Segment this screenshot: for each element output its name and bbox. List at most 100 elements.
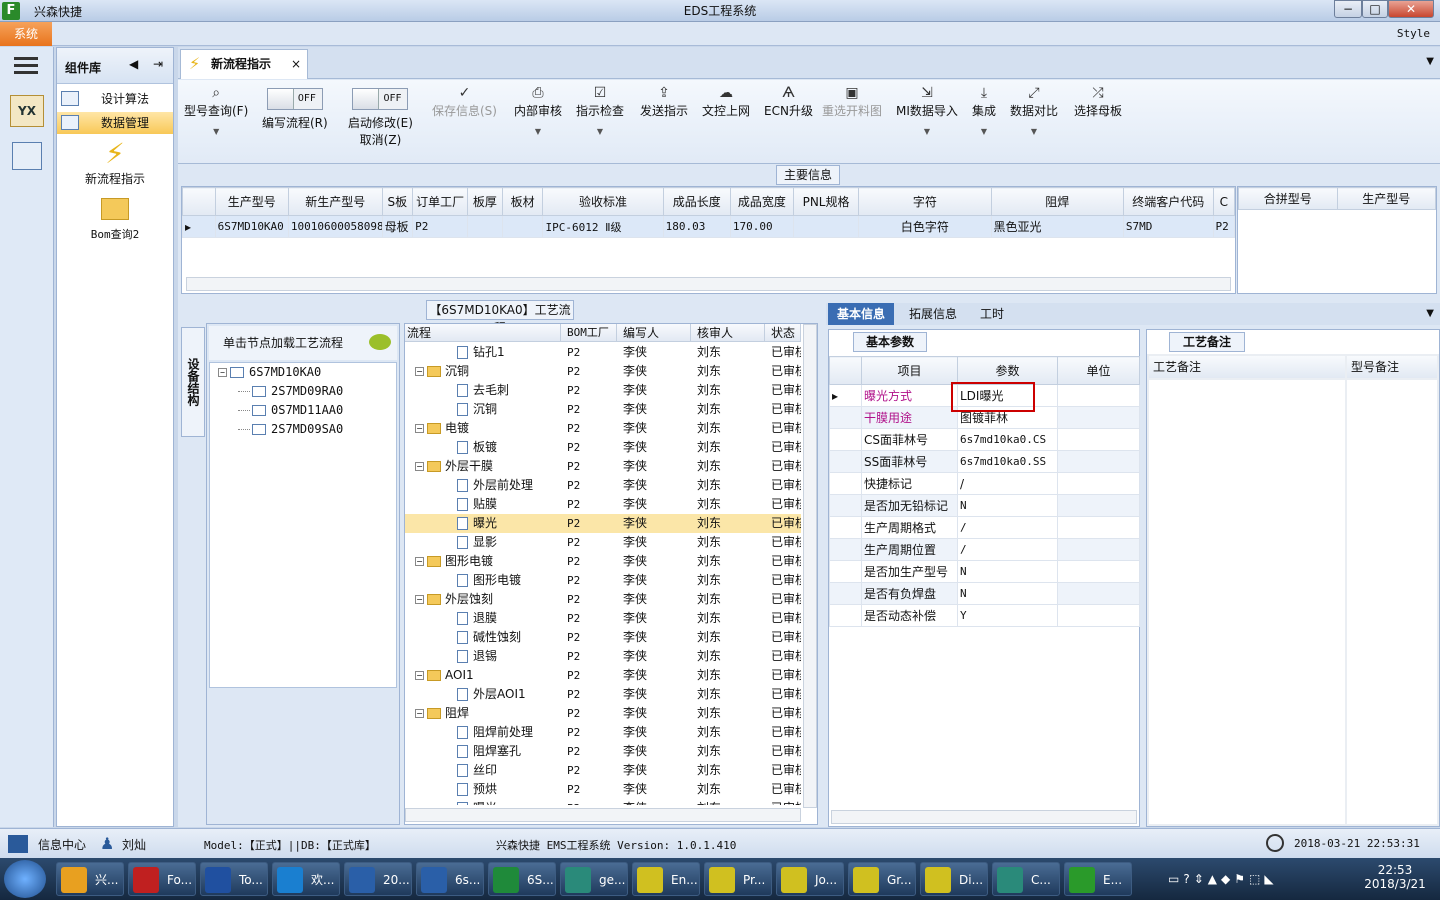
flow-row[interactable]: 去毛刺 P2 李侠 刘东 已审核 (405, 381, 801, 400)
main-cell[interactable]: 10010600058098 (287, 215, 383, 238)
tray-icons[interactable]: ▭?⇕▲◆⚑⬚◣ (1168, 872, 1278, 886)
flow-row[interactable]: 曝光P2李侠刘东已审核 (405, 799, 801, 805)
main-cell[interactable]: 黑色亚光 (990, 215, 1124, 238)
main-col-header[interactable]: S板 (381, 187, 414, 216)
collapse-icon[interactable]: − (415, 367, 424, 376)
flow-row[interactable]: 钻孔1 P2 李侠 刘东 已审核 (405, 343, 801, 362)
reselect-layout-button[interactable]: ▣ 重选开料图 (822, 84, 882, 119)
choose-mother-board-button[interactable]: ⤮ 选择母板 (1074, 84, 1122, 119)
start-modify-toggle[interactable]: OFF 启动修改(E) 取消(Z) (348, 84, 413, 148)
main-cell[interactable]: 170.00 (729, 215, 794, 238)
write-flow-toggle[interactable]: OFF 编写流程(R) (262, 84, 328, 131)
param-row[interactable]: 快捷标记 / (829, 472, 1140, 495)
flow-row[interactable]: − 图形电镀 P2 李侠 刘东 已审核 (405, 552, 801, 571)
flow-row[interactable]: 退锡 P2 李侠 刘东 已审核 (405, 647, 801, 666)
main-cell[interactable] (501, 215, 544, 238)
main-col-header[interactable]: 新生产型号 (287, 187, 383, 216)
close-tab-icon[interactable]: × (291, 50, 301, 78)
param-value[interactable]: / (957, 472, 1058, 495)
tree-node[interactable]: 2S7MD09RA0 (210, 382, 396, 401)
flow-row[interactable]: 外层前处理 P2 李侠 刘东 已审核 (405, 476, 801, 495)
collapse-icon[interactable]: − (415, 557, 424, 566)
taskbar-item[interactable]: 欢... (272, 862, 340, 896)
main-col-header[interactable]: 成品宽度 (729, 187, 794, 216)
flow-row[interactable]: − 沉铜 P2 李侠 刘东 已审核 (405, 362, 801, 381)
system-menu-button[interactable]: 系统 (0, 22, 52, 46)
flow-row[interactable]: 曝光P2李侠刘东已审核 (405, 514, 801, 533)
param-row[interactable]: 生产周期格式 / (829, 516, 1140, 539)
flow-row[interactable]: − 电镀 P2 李侠 刘东 已审核 (405, 419, 801, 438)
model-query-button[interactable]: ⌕ 型号查询(F) ▼ (184, 84, 248, 136)
main-cell[interactable]: 白色字符 (858, 215, 992, 238)
flow-row[interactable]: 阻焊前处理 P2 李侠 刘东 已审核 (405, 723, 801, 742)
process-remark-text[interactable] (1149, 380, 1345, 824)
model-remark-text[interactable] (1347, 380, 1437, 824)
taskbar-item[interactable]: Fo... (128, 862, 196, 896)
main-col-header[interactable]: 验收标准 (542, 187, 664, 216)
flow-col-header[interactable]: 状态 (765, 324, 801, 342)
tab-list-dropdown-icon[interactable]: ▼ (1426, 56, 1434, 67)
main-col-header[interactable]: 生产型号 (214, 187, 289, 216)
main-cell[interactable] (792, 215, 860, 238)
data-compare-button[interactable]: ⤢ 数据对比 ▼ (1010, 84, 1058, 136)
main-col-header[interactable]: 终端客户代码 (1122, 187, 1214, 216)
flow-col-header[interactable]: 流程 (405, 324, 561, 342)
pin-panel-icon[interactable]: ⇥ (153, 57, 163, 71)
minimize-button[interactable]: − (1334, 0, 1362, 18)
main-col-header[interactable]: 字符 (858, 187, 992, 216)
tree-node[interactable]: − 6S7MD10KA0 (210, 363, 396, 382)
flow-row[interactable]: 丝印 P2 李侠 刘东 已审核 (405, 761, 801, 780)
main-col-header[interactable]: 板材 (501, 187, 544, 216)
integrate-button[interactable]: ⤓ 集成 ▼ (972, 84, 996, 136)
tab-equipment-structure[interactable]: 设备结构 (181, 327, 205, 437)
taskbar-item[interactable]: ge... (560, 862, 628, 896)
main-col-header[interactable]: PNL规格 (792, 187, 860, 216)
main-grid-hscrollbar[interactable] (186, 277, 1231, 291)
main-cell[interactable]: S7MD (1122, 215, 1214, 238)
flow-col-header[interactable]: 核审人 (691, 324, 765, 342)
flow-row[interactable]: 图形电镀 P2 李侠 刘东 已审核 (405, 571, 801, 590)
main-col-header[interactable]: C (1212, 187, 1235, 216)
taskbar-item[interactable]: E... (1064, 862, 1132, 896)
style-menu[interactable]: Style (1397, 27, 1430, 40)
param-value[interactable]: N (957, 582, 1058, 605)
flow-row[interactable]: 沉铜 P2 李侠 刘东 已审核 (405, 400, 801, 419)
nav-item-design-algorithm[interactable]: 设计算法 (57, 88, 173, 110)
hamburger-menu-icon[interactable] (14, 57, 38, 60)
main-cell[interactable] (467, 215, 503, 238)
param-value[interactable]: 6s7md10ka0.CS (957, 428, 1058, 451)
main-cell[interactable]: 母板 (381, 215, 414, 238)
flow-hscrollbar[interactable] (405, 808, 801, 822)
param-unit[interactable] (1057, 516, 1140, 539)
main-cell[interactable]: P2 (1212, 215, 1235, 238)
param-row[interactable]: 是否有负焊盘 N (829, 582, 1140, 605)
send-instruction-button[interactable]: ⇪ 发送指示 (640, 84, 688, 119)
flow-row[interactable]: 退膜 P2 李侠 刘东 已审核 (405, 609, 801, 628)
main-col-header[interactable]: 阻焊 (990, 187, 1124, 216)
taskbar-item[interactable]: Jo... (776, 862, 844, 896)
tray-clock[interactable]: 22:53 2018/3/21 (1360, 863, 1430, 891)
param-unit[interactable] (1057, 538, 1140, 561)
param-row[interactable]: SS面菲林号 6s7md10ka0.SS (829, 450, 1140, 473)
save-info-button[interactable]: ✓ 保存信息(S) (432, 84, 497, 119)
flow-col-header[interactable]: BOM工厂 (561, 324, 617, 342)
param-value[interactable]: 6s7md10ka0.SS (957, 450, 1058, 473)
main-cell[interactable]: 180.03 (662, 215, 731, 238)
param-unit[interactable] (1057, 582, 1140, 605)
param-row[interactable]: 是否加无铅标记 N (829, 494, 1140, 517)
tab-basic-info[interactable]: 基本信息 (828, 303, 894, 325)
flow-row[interactable]: 贴膜 P2 李侠 刘东 已审核 (405, 495, 801, 514)
param-unit[interactable] (1057, 604, 1140, 627)
tab-extended-info[interactable]: 拓展信息 (898, 303, 968, 325)
flow-row[interactable]: 板镀 P2 李侠 刘东 已审核 (405, 438, 801, 457)
taskbar-item[interactable]: 6S... (488, 862, 556, 896)
flow-col-header[interactable]: 编写人 (617, 324, 691, 342)
taskbar-item[interactable]: C... (992, 862, 1060, 896)
toggle-switch[interactable]: OFF (266, 88, 323, 110)
collapse-icon[interactable]: − (415, 709, 424, 718)
param-row[interactable]: 是否加生产型号 N (829, 560, 1140, 583)
calculator-module-icon[interactable] (12, 142, 42, 170)
info-center-link[interactable]: 信息中心 (38, 836, 86, 853)
taskbar-item[interactable]: Pr... (704, 862, 772, 896)
taskbar-item[interactable]: To... (200, 862, 268, 896)
